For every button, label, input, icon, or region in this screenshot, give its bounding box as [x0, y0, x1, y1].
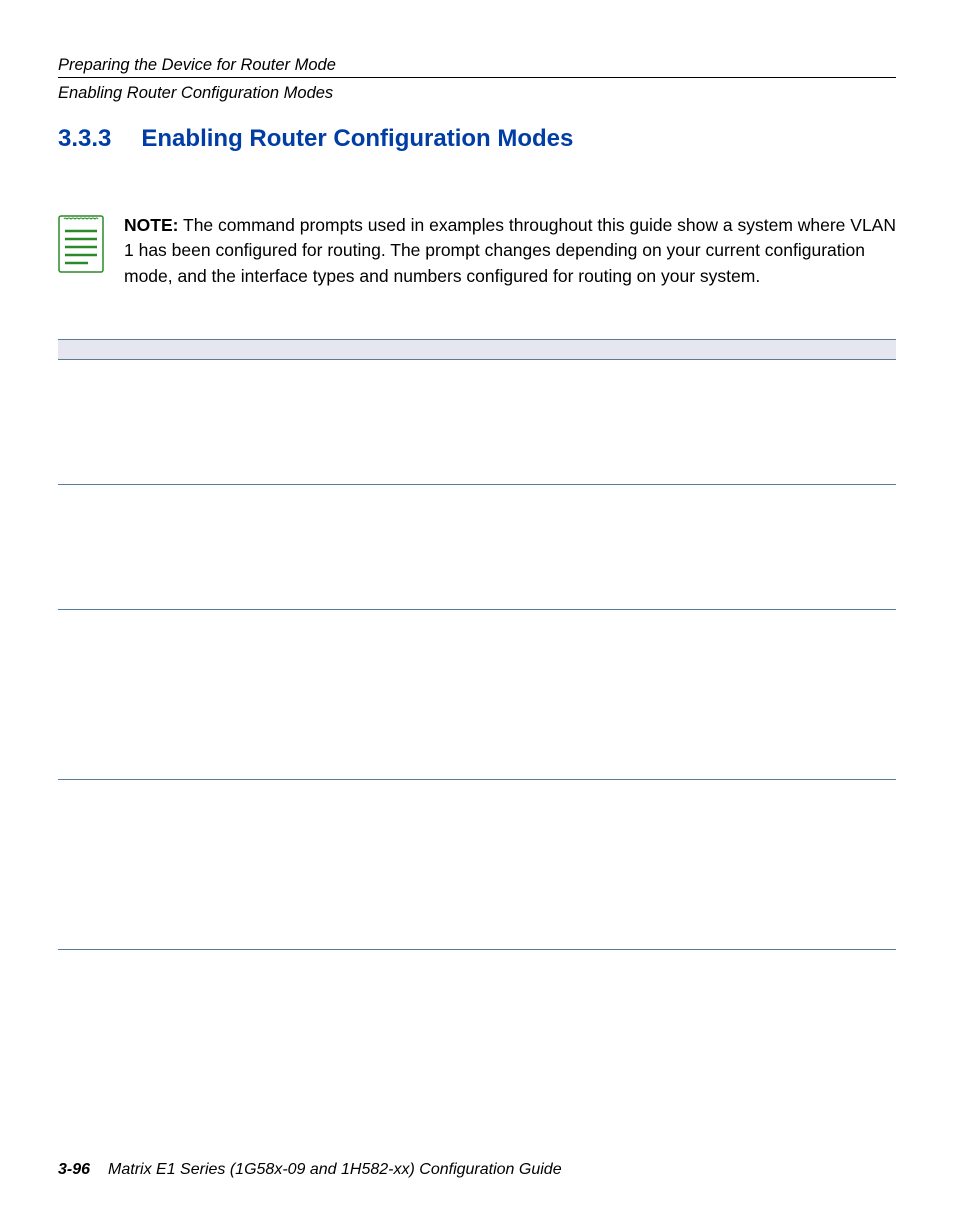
table-row	[58, 360, 896, 485]
header-section-title: Enabling Router Configuration Modes	[58, 84, 896, 103]
header-chapter-title: Preparing the Device for Router Mode	[58, 56, 896, 75]
table-row	[58, 610, 896, 780]
table-placeholder	[58, 339, 896, 950]
note-label: NOTE:	[124, 215, 178, 235]
section-title-text: Enabling Router Configuration Modes	[141, 125, 573, 152]
footer-document-title: Matrix E1 Series (1G58x-09 and 1H582-xx)…	[108, 1161, 562, 1178]
section-heading: 3.3.3 Enabling Router Configuration Modes	[58, 125, 896, 153]
table-row	[58, 485, 896, 610]
section-number: 3.3.3	[58, 125, 111, 153]
note-text: NOTE: The command prompts used in exampl…	[124, 213, 896, 289]
table-header-row	[58, 339, 896, 360]
page-footer: 3-96 Matrix E1 Series (1G58x-09 and 1H582…	[58, 1161, 562, 1179]
footer-page-number: 3-96	[58, 1161, 90, 1178]
note-body: The command prompts used in examples thr…	[124, 215, 896, 286]
header-divider	[58, 77, 896, 78]
note-icon	[58, 215, 104, 278]
table-row	[58, 780, 896, 950]
note-block: NOTE: The command prompts used in exampl…	[58, 213, 896, 289]
